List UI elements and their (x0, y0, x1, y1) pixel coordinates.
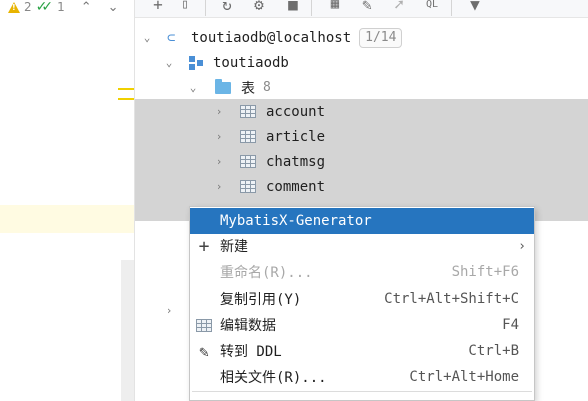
add-icon[interactable]: + (147, 0, 169, 14)
previous-highlight-icon[interactable]: ⌃ (81, 0, 92, 15)
table-grid-icon (240, 155, 256, 168)
collapse-icon[interactable]: ⌄ (141, 31, 153, 44)
database-toolbar: + ▯ ↻ ⚙ ■ ▦ ✎ ➚ QL ▼ (135, 0, 588, 18)
menu-separator (192, 391, 532, 392)
table-grid-icon (240, 105, 256, 118)
schema-icon (189, 55, 205, 70)
expand-icon[interactable]: › (213, 155, 225, 168)
menu-item-copy-reference[interactable]: 复制引用(Y) Ctrl+Alt+Shift+C (190, 286, 534, 312)
menu-item-goto-ddl[interactable]: ✎ 转到 DDL Ctrl+B (190, 338, 534, 364)
expand-icon[interactable]: › (213, 105, 225, 118)
filter-icon[interactable]: ▼ (465, 0, 485, 14)
refresh-icon[interactable]: ↻ (217, 0, 237, 14)
table-name: account (266, 103, 326, 120)
menu-item-shortcut: Ctrl+Alt+Home (409, 369, 519, 385)
toolbar-divider (205, 0, 206, 16)
menu-item-label: 重命名(R)... (220, 265, 313, 281)
warnings-count: 2 (24, 0, 32, 14)
toolbar-divider (451, 0, 452, 16)
table-name: chatmsg (266, 153, 326, 170)
tree-node-table[interactable]: › chatmsg (135, 149, 588, 174)
menu-item-label: 相关文件(R)... (220, 370, 327, 386)
query-console-icon[interactable]: QL (421, 0, 443, 14)
current-line-highlight (0, 205, 134, 233)
tree-node-table[interactable]: › comment (135, 174, 588, 199)
plus-icon: + (198, 235, 210, 257)
collapse-icon[interactable]: ⌄ (163, 56, 175, 69)
menu-item-label: 复制引用(Y) (220, 292, 302, 308)
editor-area: 2 ✓✓ 1 ⌃ ⌄ (0, 0, 134, 401)
jump-icon[interactable]: ➚ (389, 0, 409, 14)
inspection-widget[interactable]: 2 ✓✓ 1 ⌃ ⌄ (8, 0, 119, 15)
table-grid-icon (240, 180, 256, 193)
table-name: comment (266, 178, 326, 195)
expand-icon[interactable]: › (163, 304, 175, 317)
tree-node-connection[interactable]: ⌄ ⊂ toutiaodb@localhost 1/14 (135, 25, 588, 50)
folder-label: 表 (241, 80, 255, 97)
menu-item-edit-data[interactable]: 编辑数据 F4 (190, 312, 534, 338)
menu-item-shortcut: Ctrl+B (468, 343, 519, 359)
connection-badge: 1/14 (359, 27, 403, 48)
tree-node-collapsed[interactable]: › (135, 298, 195, 323)
folder-count: 8 (263, 80, 271, 95)
folder-icon (215, 78, 231, 94)
expand-icon[interactable]: › (213, 180, 225, 193)
expand-icon[interactable]: › (213, 130, 225, 143)
edit-icon[interactable]: ✎ (357, 0, 377, 14)
change-marker (118, 98, 134, 100)
menu-item-shortcut: Ctrl+Alt+Shift+C (384, 291, 519, 307)
menu-item-shortcut: F4 (502, 317, 519, 333)
double-check-icon: ✓✓ (35, 0, 54, 15)
collapse-icon[interactable]: ⌄ (187, 81, 199, 94)
table-grid-icon (240, 130, 256, 143)
datasource-icon: ⊂ (167, 29, 176, 46)
menu-item-label: 编辑数据 (220, 318, 276, 334)
toolbar-divider (311, 0, 312, 16)
table-icon[interactable]: ▦ (325, 0, 345, 14)
stop-icon[interactable]: ■ (283, 0, 303, 14)
menu-item-rename[interactable]: 重命名(R)... Shift+F6 (190, 259, 534, 285)
tree-node-schema[interactable]: ⌄ toutiaodb (135, 50, 588, 75)
warning-icon (8, 1, 20, 13)
menu-item-label: MybatisX-Generator (220, 213, 372, 229)
submenu-arrow-icon: › (518, 238, 526, 254)
table-grid-icon (195, 316, 213, 334)
editor-scrollbar[interactable] (121, 260, 134, 401)
pencil-icon: ✎ (199, 341, 209, 361)
menu-item-mybatisx-generator[interactable]: MybatisX-Generator (190, 208, 534, 234)
tree-node-tables-folder[interactable]: ⌄ 表 8 (135, 75, 588, 100)
schema-settings-icon[interactable]: ⚙ (249, 0, 269, 14)
table-name: article (266, 128, 326, 145)
menu-item-partial[interactable] (190, 394, 534, 400)
change-marker (118, 88, 134, 90)
checks-count: 1 (57, 0, 65, 14)
connection-name: toutiaodb@localhost (191, 29, 352, 46)
schema-name: toutiaodb (213, 54, 289, 71)
menu-item-related-files[interactable]: 相关文件(R)... Ctrl+Alt+Home (190, 364, 534, 390)
menu-item-shortcut: Shift+F6 (451, 264, 519, 280)
tree-node-table[interactable]: › article (135, 124, 588, 149)
context-menu: MybatisX-Generator + 新建 › 重命名(R)... Shif… (189, 206, 535, 401)
menu-item-label: 转到 DDL (220, 344, 282, 360)
next-highlight-icon[interactable]: ⌄ (108, 0, 119, 15)
menu-item-label: 新建 (220, 239, 248, 255)
tree-node-table[interactable]: › account (135, 99, 588, 124)
menu-item-new[interactable]: + 新建 › (190, 233, 534, 259)
copy-icon[interactable]: ▯ (175, 0, 195, 14)
